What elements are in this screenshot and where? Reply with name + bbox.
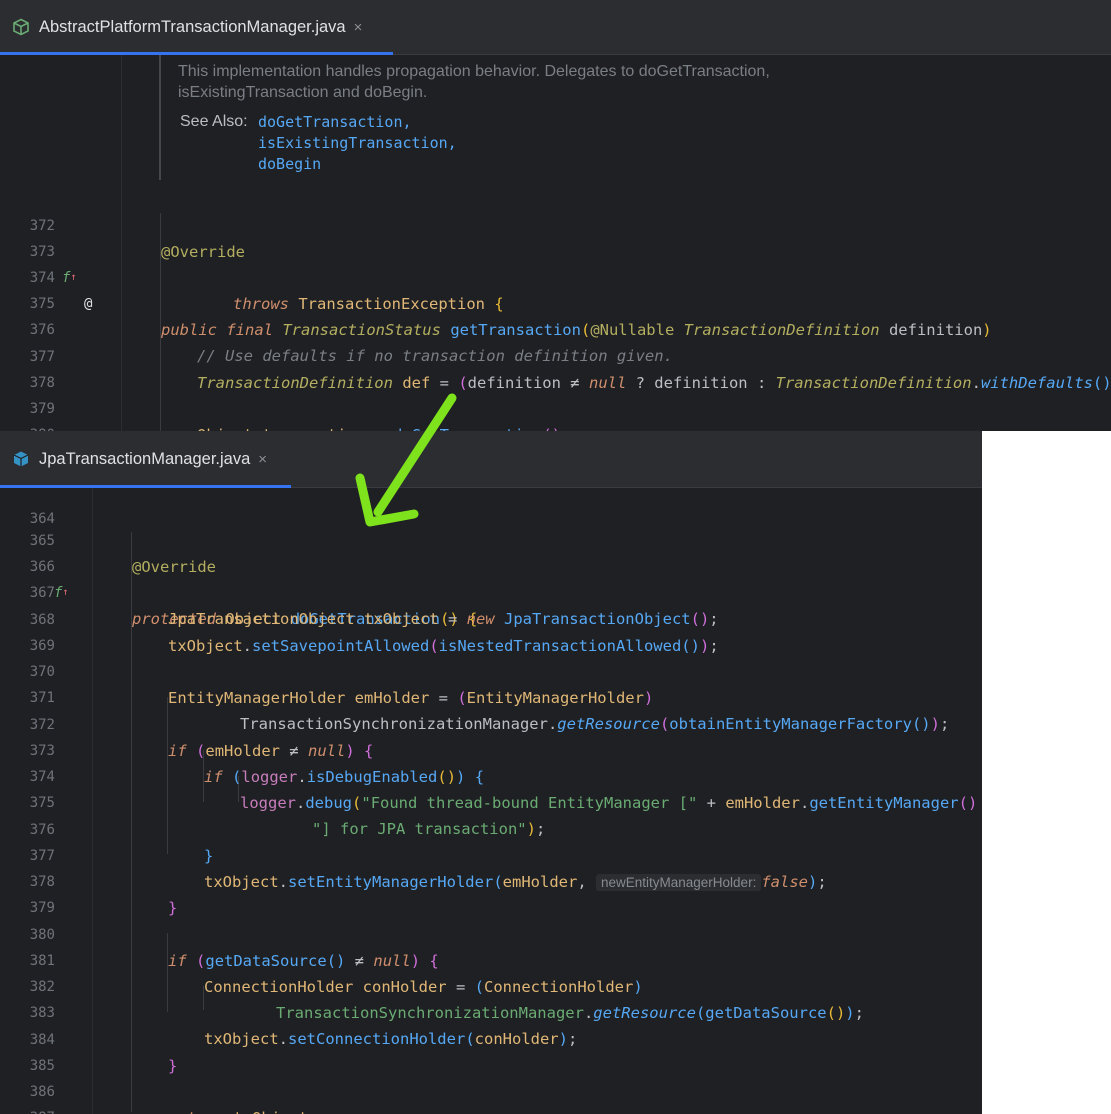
code-line: 382 TransactionSynchronizationManager.ge… — [0, 948, 982, 1022]
code-line: 372 if (emHolder ≠ null) { — [0, 686, 982, 760]
top-tab-bar: AbstractPlatformTransactionManager.java … — [0, 0, 1111, 55]
code-line: 378 } — [0, 843, 982, 917]
see-also-link-do-get-transaction[interactable]: doGetTransaction, — [258, 113, 412, 131]
code-line: 386 return txObject; — [0, 1053, 982, 1114]
code-line: 370 EntityManagerHolder emHolder = (Enti… — [0, 633, 982, 707]
code-line: 376 // Use defaults if no transaction de… — [0, 291, 1111, 365]
java-class-icon — [13, 451, 29, 467]
code-line: 365 @Override — [0, 502, 982, 576]
code-line: 367 JpaTransactionObject txObject = new … — [0, 554, 982, 628]
top-editor-pane: AbstractPlatformTransactionManager.java … — [0, 0, 1111, 431]
java-class-icon — [13, 18, 29, 36]
tab-label: JpaTransactionManager.java — [39, 449, 251, 468]
code-line: 366 f↑ protected Object doGetTransaction… — [0, 528, 982, 628]
line-number: 387 — [0, 1105, 55, 1114]
code-line: 375 — [0, 265, 1111, 312]
code-line: 384 } — [0, 1001, 982, 1075]
top-code-area[interactable]: This implementation handles propagation … — [0, 55, 1111, 431]
doc-line-2: isExistingTransaction and doBegin. — [178, 84, 428, 101]
close-icon[interactable]: × — [258, 451, 267, 468]
code-line: 379 — [0, 869, 982, 916]
code-line: 378 — [0, 344, 1111, 391]
tab-label: AbstractPlatformTransactionManager.java — [39, 17, 346, 36]
code-line: 374 logger.debug("Found thread-bound Ent… — [0, 738, 982, 812]
bottom-code-area[interactable]: 364 365 @Override 366 f↑ protected Objec… — [0, 488, 982, 1114]
code-line: 380 boolean debugEnabled = logger.isDebu… — [0, 396, 1111, 431]
tab-abstract-platform-transaction-manager[interactable]: AbstractPlatformTransactionManager.java … — [0, 0, 393, 55]
see-also-link-is-existing-transaction[interactable]: isExistingTransaction, — [258, 134, 457, 152]
see-also-label: See Also: — [180, 113, 248, 130]
code-line: 379 Object transaction = doGetTransactio… — [0, 370, 1111, 431]
code-line: 376 } — [0, 791, 982, 865]
code-line: 372 @Override — [0, 187, 1111, 261]
code-line: 387 } — [0, 1079, 982, 1114]
code-line: 373 f↑ @ public final TransactionStatus … — [0, 213, 1111, 339]
code-line: 380 if (getDataSource() ≠ null) { — [0, 896, 982, 970]
code-line: 373 if (logger.isDebugEnabled()) { — [0, 712, 982, 786]
code-line: 377 TransactionDefinition def = (definit… — [0, 318, 1111, 392]
code-line: 375 "] for JPA transaction"); — [0, 764, 982, 838]
code-line: 369 — [0, 607, 982, 654]
code-line: 368 txObject.setSavepointAllowed(isNeste… — [0, 581, 982, 655]
line-number: 380 — [0, 422, 55, 431]
code-line: 381 ConnectionHolder conHolder = (Connec… — [0, 922, 982, 996]
doc-bar — [159, 55, 161, 180]
code-line: 374 throws TransactionException { — [0, 239, 1111, 313]
doc-line-1: This implementation handles propagation … — [178, 63, 770, 80]
code-line: 377 txObject.setEntityManagerHolder(emHo… — [0, 817, 982, 891]
tab-jpa-transaction-manager[interactable]: JpaTransactionManager.java × — [0, 431, 291, 488]
bottom-editor-pane: JpaTransactionManager.java × 364 365 @Ov… — [0, 431, 982, 1114]
code-line: 371 TransactionSynchronizationManager.ge… — [0, 659, 982, 733]
see-also-link-do-begin[interactable]: doBegin — [258, 155, 321, 173]
close-icon[interactable]: × — [354, 19, 363, 36]
code-line: 383 txObject.setConnectionHolder(conHold… — [0, 974, 982, 1048]
code-line: 385 — [0, 1027, 982, 1074]
